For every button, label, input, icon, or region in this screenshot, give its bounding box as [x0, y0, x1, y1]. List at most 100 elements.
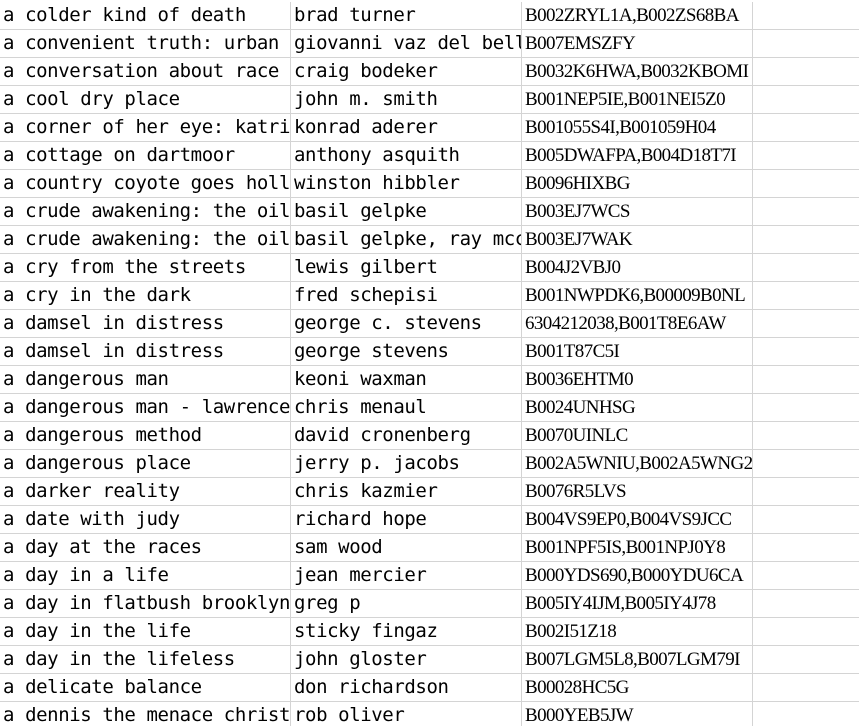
cell-asin[interactable]: B001NEP5IE,B001NEI5Z0	[522, 86, 753, 114]
cell-asin[interactable]: 6304212038,B001T8E6AW	[522, 310, 753, 338]
cell-title[interactable]: a crude awakening: the oil	[0, 226, 291, 254]
cell-director[interactable]: rob oliver	[291, 702, 522, 726]
cell-title[interactable]: a cry from the streets	[0, 254, 291, 282]
cell-title[interactable]: a day in flatbush brooklyn	[0, 590, 291, 618]
cell-director[interactable]: jean mercier	[291, 562, 522, 590]
cell-empty[interactable]	[753, 534, 859, 562]
cell-director[interactable]: konrad aderer	[291, 114, 522, 142]
cell-empty[interactable]	[753, 114, 859, 142]
cell-empty[interactable]	[753, 86, 859, 114]
cell-asin[interactable]: B007LGM5L8,B007LGM79I	[522, 646, 753, 674]
cell-asin[interactable]: B00028HC5G	[522, 674, 753, 702]
cell-asin[interactable]: B0036EHTM0	[522, 366, 753, 394]
cell-director[interactable]: sticky fingaz	[291, 618, 522, 646]
cell-empty[interactable]	[753, 198, 859, 226]
cell-asin[interactable]: B007EMSZFY	[522, 30, 753, 58]
cell-title[interactable]: a colder kind of death	[0, 2, 291, 30]
cell-asin[interactable]: B001T87C5I	[522, 338, 753, 366]
cell-title[interactable]: a day in the lifeless	[0, 646, 291, 674]
cell-empty[interactable]	[753, 618, 859, 646]
cell-director[interactable]: brad turner	[291, 2, 522, 30]
cell-title[interactable]: a day in a life	[0, 562, 291, 590]
cell-empty[interactable]	[753, 310, 859, 338]
cell-title[interactable]: a dangerous man - lawrence	[0, 394, 291, 422]
cell-asin[interactable]: B0096HIXBG	[522, 170, 753, 198]
cell-asin[interactable]: B0024UNHSG	[522, 394, 753, 422]
cell-empty[interactable]	[753, 282, 859, 310]
cell-asin[interactable]: B005DWAFPA,B004D18T7I	[522, 142, 753, 170]
cell-asin[interactable]: B001NWPDK6,B00009B0NL	[522, 282, 753, 310]
cell-empty[interactable]	[753, 562, 859, 590]
cell-asin[interactable]: B0070UINLC	[522, 422, 753, 450]
cell-director[interactable]: craig bodeker	[291, 58, 522, 86]
cell-empty[interactable]	[753, 170, 859, 198]
cell-empty[interactable]	[753, 254, 859, 282]
cell-title[interactable]: a darker reality	[0, 478, 291, 506]
cell-title[interactable]: a cry in the dark	[0, 282, 291, 310]
cell-empty[interactable]	[753, 674, 859, 702]
cell-asin[interactable]: B004VS9EP0,B004VS9JCC	[522, 506, 753, 534]
cell-director[interactable]: lewis gilbert	[291, 254, 522, 282]
cell-director[interactable]: george c. stevens	[291, 310, 522, 338]
cell-asin[interactable]: B002A5WNIU,B002A5WNG2	[522, 450, 753, 478]
cell-empty[interactable]	[753, 422, 859, 450]
cell-asin[interactable]: B000YEB5JW	[522, 702, 753, 726]
cell-director[interactable]: winston hibbler	[291, 170, 522, 198]
cell-empty[interactable]	[753, 450, 859, 478]
cell-title[interactable]: a damsel in distress	[0, 310, 291, 338]
cell-director[interactable]: keoni waxman	[291, 366, 522, 394]
cell-title[interactable]: a crude awakening: the oil	[0, 198, 291, 226]
cell-director[interactable]: john m. smith	[291, 86, 522, 114]
cell-title[interactable]: a country coyote goes holl	[0, 170, 291, 198]
cell-empty[interactable]	[753, 2, 859, 30]
cell-title[interactable]: a dangerous man	[0, 366, 291, 394]
cell-empty[interactable]	[753, 394, 859, 422]
cell-title[interactable]: a date with judy	[0, 506, 291, 534]
cell-title[interactable]: a delicate balance	[0, 674, 291, 702]
cell-empty[interactable]	[753, 646, 859, 674]
cell-asin[interactable]: B001NPF5IS,B001NPJ0Y8	[522, 534, 753, 562]
cell-empty[interactable]	[753, 338, 859, 366]
cell-asin[interactable]: B000YDS690,B000YDU6CA	[522, 562, 753, 590]
cell-title[interactable]: a corner of her eye: katri	[0, 114, 291, 142]
cell-asin[interactable]: B002I51Z18	[522, 618, 753, 646]
cell-asin[interactable]: B0076R5LVS	[522, 478, 753, 506]
cell-title[interactable]: a convenient truth: urban	[0, 30, 291, 58]
cell-title[interactable]: a dangerous place	[0, 450, 291, 478]
cell-empty[interactable]	[753, 478, 859, 506]
cell-director[interactable]: anthony asquith	[291, 142, 522, 170]
cell-asin[interactable]: B003EJ7WCS	[522, 198, 753, 226]
cell-director[interactable]: john gloster	[291, 646, 522, 674]
cell-director[interactable]: giovanni vaz del bell	[291, 30, 522, 58]
cell-title[interactable]: a dangerous method	[0, 422, 291, 450]
cell-director[interactable]: fred schepisi	[291, 282, 522, 310]
cell-empty[interactable]	[753, 58, 859, 86]
cell-title[interactable]: a day at the races	[0, 534, 291, 562]
cell-title[interactable]: a cottage on dartmoor	[0, 142, 291, 170]
cell-director[interactable]: basil gelpke, ray mcc	[291, 226, 522, 254]
cell-director[interactable]: sam wood	[291, 534, 522, 562]
cell-empty[interactable]	[753, 702, 859, 726]
cell-asin[interactable]: B005IY4IJM,B005IY4J78	[522, 590, 753, 618]
cell-director[interactable]: don richardson	[291, 674, 522, 702]
cell-asin[interactable]: B0032K6HWA,B0032KBOMI	[522, 58, 753, 86]
cell-director[interactable]: greg p	[291, 590, 522, 618]
cell-empty[interactable]	[753, 506, 859, 534]
cell-title[interactable]: a day in the life	[0, 618, 291, 646]
cell-director[interactable]: richard hope	[291, 506, 522, 534]
cell-empty[interactable]	[753, 366, 859, 394]
cell-empty[interactable]	[753, 590, 859, 618]
cell-director[interactable]: chris menaul	[291, 394, 522, 422]
cell-asin[interactable]: B002ZRYL1A,B002ZS68BA	[522, 2, 753, 30]
cell-title[interactable]: a conversation about race	[0, 58, 291, 86]
cell-empty[interactable]	[753, 226, 859, 254]
cell-director[interactable]: david cronenberg	[291, 422, 522, 450]
cell-empty[interactable]	[753, 30, 859, 58]
cell-asin[interactable]: B003EJ7WAK	[522, 226, 753, 254]
cell-asin[interactable]: B001055S4I,B001059H04	[522, 114, 753, 142]
cell-title[interactable]: a cool dry place	[0, 86, 291, 114]
cell-director[interactable]: jerry p. jacobs	[291, 450, 522, 478]
cell-title[interactable]: a dennis the menace christ	[0, 702, 291, 726]
cell-asin[interactable]: B004J2VBJ0	[522, 254, 753, 282]
cell-empty[interactable]	[753, 142, 859, 170]
